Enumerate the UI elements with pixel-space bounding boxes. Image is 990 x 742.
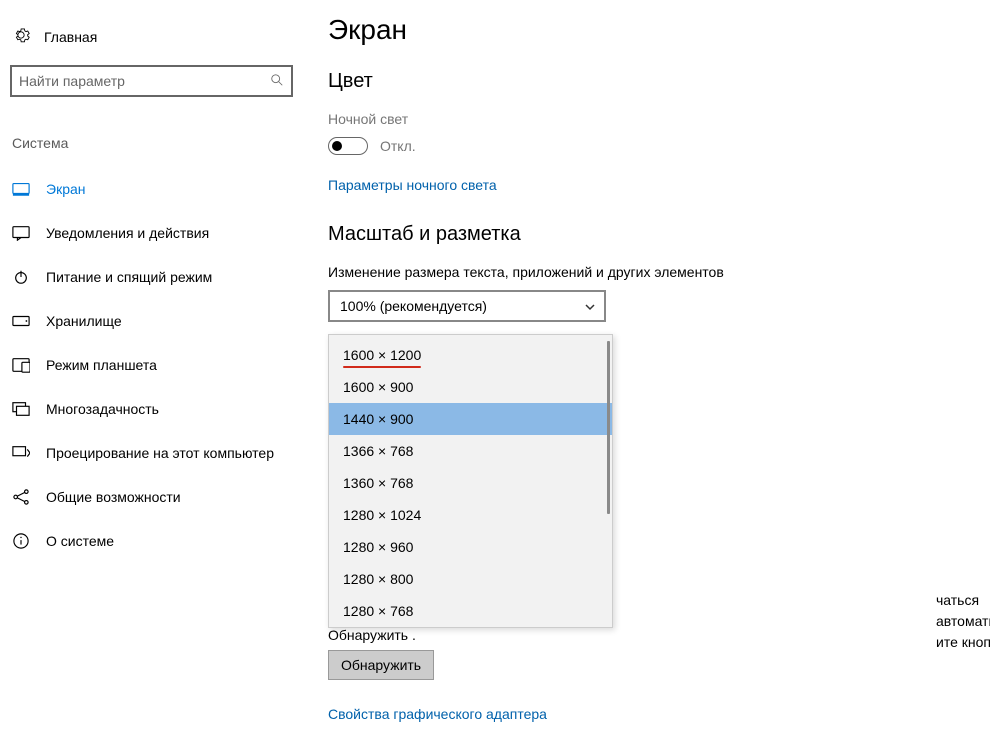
sidebar-item-label: Питание и спящий режим [46, 269, 212, 285]
section-color: Цвет [328, 70, 970, 93]
sidebar-item-label: Экран [46, 181, 86, 197]
search-input-container[interactable] [10, 65, 293, 97]
resolution-option[interactable]: 1366 × 768 [329, 435, 612, 467]
sidebar-item-label: Общие возможности [46, 489, 181, 505]
resolution-option[interactable]: 1280 × 768 [329, 595, 612, 627]
sidebar-item-multitask[interactable]: Многозадачность [10, 387, 310, 431]
main-content: Экран Цвет Ночной свет Откл. Параметры н… [320, 0, 990, 742]
sidebar-item-display[interactable]: Экран [10, 167, 310, 211]
about-icon [12, 532, 30, 550]
sidebar-item-label: О системе [46, 533, 114, 549]
home-label: Главная [44, 29, 97, 45]
resolution-option[interactable]: 1280 × 1024 [329, 499, 612, 531]
sidebar-item-label: Уведомления и действия [46, 225, 209, 241]
sidebar-item-power[interactable]: Питание и спящий режим [10, 255, 310, 299]
behind-text-1: чаться автоматически. ите кнопку [620, 590, 990, 653]
sidebar-section-label: Система [10, 135, 310, 151]
toggle-state-label: Откл. [380, 138, 416, 154]
sidebar-item-label: Режим планшета [46, 357, 157, 373]
gear-icon [12, 26, 30, 47]
resolution-option[interactable]: 1280 × 800 [329, 563, 612, 595]
notifications-icon [12, 224, 30, 242]
resolution-option[interactable]: 1600 × 1200 [329, 339, 612, 371]
resolution-option[interactable]: 1600 × 900 [329, 371, 612, 403]
search-input[interactable] [19, 73, 270, 89]
search-icon [270, 73, 284, 90]
sidebar-item-label: Проецирование на этот компьютер [46, 445, 274, 461]
sidebar-item-about[interactable]: О системе [10, 519, 310, 563]
scrollbar[interactable] [607, 341, 610, 514]
night-light-label: Ночной свет [328, 111, 970, 127]
storage-icon [12, 312, 30, 330]
scale-label: Изменение размера текста, приложений и д… [328, 264, 970, 280]
page-title: Экран [328, 14, 970, 46]
shared-icon [12, 488, 30, 506]
night-light-toggle[interactable] [328, 137, 368, 155]
resolution-option[interactable]: 1360 × 768 [329, 467, 612, 499]
sidebar-item-notifications[interactable]: Уведомления и действия [10, 211, 310, 255]
home-link[interactable]: Главная [10, 20, 310, 65]
power-icon [12, 268, 30, 286]
display-icon [12, 180, 30, 198]
scale-dropdown-value: 100% (рекомендуется) [340, 298, 487, 314]
behind-text-3: Обнаружить . [328, 625, 416, 646]
sidebar-item-label: Хранилище [46, 313, 122, 329]
multitask-icon [12, 400, 30, 418]
sidebar-item-shared[interactable]: Общие возможности [10, 475, 310, 519]
sidebar: Главная Система Экран Уведомления и дейст… [0, 0, 320, 742]
sidebar-item-tablet[interactable]: Режим планшета [10, 343, 310, 387]
sidebar-item-storage[interactable]: Хранилище [10, 299, 310, 343]
detect-button[interactable]: Обнаружить [328, 650, 434, 680]
chevron-down-icon [584, 300, 596, 312]
night-light-link[interactable]: Параметры ночного света [328, 177, 970, 193]
scale-dropdown[interactable]: 100% (рекомендуется) [328, 290, 606, 322]
sidebar-item-label: Многозадачность [46, 401, 159, 417]
project-icon [12, 444, 30, 462]
tablet-icon [12, 356, 30, 374]
section-scale: Масштаб и разметка [328, 223, 970, 246]
adapter-link[interactable]: Свойства графического адаптера [328, 706, 547, 722]
resolution-option[interactable]: 1280 × 960 [329, 531, 612, 563]
resolution-option[interactable]: 1440 × 900 [329, 403, 612, 435]
sidebar-item-project[interactable]: Проецирование на этот компьютер [10, 431, 310, 475]
resolution-dropdown-list[interactable]: 1600 × 12001600 × 9001440 × 9001366 × 76… [328, 334, 613, 628]
